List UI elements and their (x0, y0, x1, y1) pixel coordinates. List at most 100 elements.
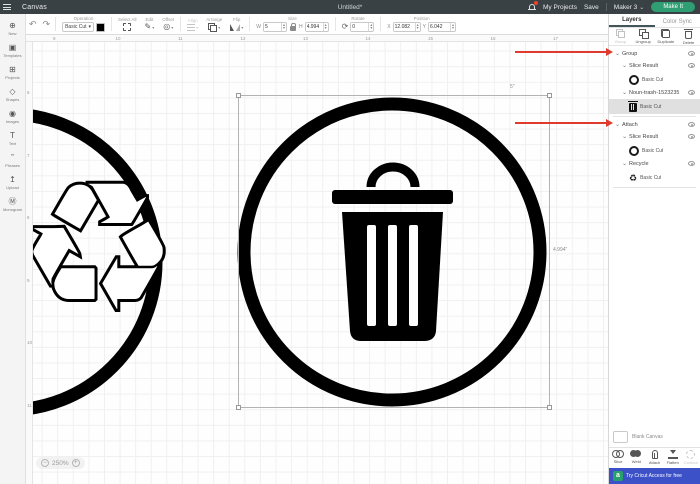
ruler-tick-label: 14 (366, 36, 371, 41)
rotate-field[interactable]: ▲▼ (350, 22, 374, 32)
sidebar-item-shapes[interactable]: ◇Shapes (0, 84, 26, 106)
selection-box[interactable] (238, 95, 550, 408)
selection-handle[interactable] (547, 93, 552, 98)
chevron-down-icon[interactable]: ⌄ (622, 90, 627, 96)
ungroup-layers-button[interactable]: Ungroup (632, 29, 655, 44)
rotate-stepper[interactable]: ▲▼ (368, 23, 373, 31)
lock-icon[interactable] (290, 26, 296, 31)
attach-button[interactable]: Attach (645, 450, 663, 465)
weld-icon (630, 450, 642, 458)
chevron-down-icon[interactable]: ⌄ (615, 51, 620, 57)
layer-row[interactable]: Basic Cut (609, 72, 700, 87)
ruler-tick-label: 11 (178, 36, 183, 41)
chevron-down-icon[interactable]: ⌄ (615, 122, 620, 128)
width-field[interactable]: ▲▼ (263, 22, 287, 32)
arrange-button[interactable]: ▾ (208, 23, 220, 32)
save-link[interactable]: Save (584, 4, 599, 11)
layer-group-row[interactable]: ⌄Slice Result (609, 60, 700, 72)
slice-button[interactable]: Slice (609, 450, 627, 465)
zoom-in-button[interactable]: + (72, 459, 80, 467)
offset-button[interactable]: ◎▾ (163, 23, 173, 31)
hamburger-menu-icon[interactable] (0, 0, 14, 14)
zoom-level: 250% (52, 460, 69, 467)
sidebar-item-projects[interactable]: ⊞Projects (0, 62, 26, 84)
undo-button[interactable]: ↶ (26, 19, 40, 29)
layer-group-label: Group (622, 51, 637, 57)
ruler-tick-label: 13 (303, 36, 308, 41)
visibility-eye-icon[interactable] (688, 51, 695, 56)
visibility-eye-icon[interactable] (688, 90, 695, 95)
sidebar-item-upload[interactable]: ↥Upload (0, 172, 26, 194)
document-title: Untitled* (338, 4, 363, 11)
sidebar-item-label: Text (9, 141, 16, 146)
ruler-tick-label: 9 (53, 36, 56, 41)
layer-row[interactable]: ♻Basic Cut (609, 170, 700, 185)
machine-selector[interactable]: Maker 3 ⌄ (614, 4, 645, 11)
layer-group-row[interactable]: ⌄Group (609, 48, 700, 60)
edit-button[interactable]: ✎▾ (145, 23, 155, 31)
x-label: X (387, 24, 390, 30)
sidebar-item-monogram[interactable]: ⓂMonogram (0, 194, 26, 216)
canvas-grid[interactable]: ♻ 5" 4.994" − 250% + (26, 35, 608, 484)
layer-group-row[interactable]: ⌄Attach (609, 119, 700, 131)
tool-label: Attach (649, 460, 660, 465)
x-position-field[interactable]: ▲▼ (393, 22, 421, 32)
y-position-input[interactable] (429, 23, 450, 31)
operation-dropdown[interactable]: Basic Cut ▾ (62, 22, 94, 32)
action-label: Ungroup (635, 39, 650, 44)
height-stepper[interactable]: ▲▼ (323, 23, 328, 31)
visibility-eye-icon[interactable] (688, 161, 695, 166)
x-position-input[interactable] (394, 23, 415, 31)
chevron-down-icon[interactable]: ⌄ (622, 161, 627, 167)
y-stepper[interactable]: ▲▼ (450, 23, 455, 31)
chevron-down-icon[interactable]: ⌄ (622, 134, 627, 140)
zoom-out-button[interactable]: − (41, 459, 49, 467)
tab-layers[interactable]: Layers (609, 17, 655, 27)
tab-color-sync[interactable]: Color Sync (655, 19, 700, 27)
select-all-button[interactable] (123, 23, 131, 31)
weld-button[interactable]: Weld (627, 450, 645, 465)
width-stepper[interactable]: ▲▼ (281, 23, 286, 31)
layer-group-row[interactable]: ⌄Recycle (609, 158, 700, 170)
rotate-icon[interactable]: ⟳ (342, 23, 349, 31)
sidebar-item-phrases[interactable]: ”Phrases (0, 150, 26, 172)
layer-group-row[interactable]: ⌄Noun-trash-1523235 (609, 87, 700, 99)
redo-button[interactable]: ↷ (40, 19, 54, 29)
visibility-eye-icon[interactable] (688, 122, 695, 127)
my-projects-link[interactable]: My Projects (543, 4, 577, 11)
sidebar-item-templates[interactable]: ▣Templates (0, 40, 26, 62)
height-input[interactable] (306, 23, 323, 31)
zoom-control: − 250% + (36, 457, 85, 469)
selection-handle[interactable] (236, 93, 241, 98)
sidebar-item-text[interactable]: TText (0, 128, 26, 150)
rotate-input[interactable] (351, 23, 368, 31)
arrange-icon (208, 23, 217, 32)
delete-layers-button[interactable]: Delete (677, 28, 700, 45)
x-stepper[interactable]: ▲▼ (415, 23, 420, 31)
height-field[interactable]: ▲▼ (305, 22, 329, 32)
blank-canvas-swatch[interactable] (613, 431, 628, 443)
make-it-button[interactable]: Make It (651, 2, 695, 12)
flatten-button[interactable]: Flatten (664, 450, 682, 465)
layer-row[interactable]: Basic Cut (609, 99, 700, 114)
sidebar-item-new[interactable]: ⊕New (0, 18, 26, 40)
layer-group-row[interactable]: ⌄Slice Result (609, 131, 700, 143)
color-swatch[interactable] (96, 23, 105, 32)
duplicate-layers-button[interactable]: Duplicate (655, 29, 678, 44)
width-input[interactable] (264, 23, 281, 31)
sidebar-item-label: Templates (3, 53, 21, 58)
visibility-eye-icon[interactable] (688, 134, 695, 139)
recycle-arrows-shape[interactable]: ♻ (26, 144, 178, 351)
text-icon: T (10, 131, 15, 140)
cricut-access-banner[interactable]: a Try Cricut Access for free (609, 468, 700, 484)
chevron-down-icon[interactable]: ⌄ (622, 63, 627, 69)
sidebar-item-images[interactable]: ◉Images (0, 106, 26, 128)
notifications-bell-icon[interactable] (528, 3, 536, 12)
selection-handle[interactable] (547, 405, 552, 410)
layer-row[interactable]: Basic Cut (609, 143, 700, 158)
visibility-eye-icon[interactable] (688, 63, 695, 68)
flip-button[interactable]: ▾ (230, 23, 243, 31)
sidebar-item-label: Upload (6, 185, 19, 190)
y-position-field[interactable]: ▲▼ (428, 22, 456, 32)
selection-handle[interactable] (236, 405, 241, 410)
